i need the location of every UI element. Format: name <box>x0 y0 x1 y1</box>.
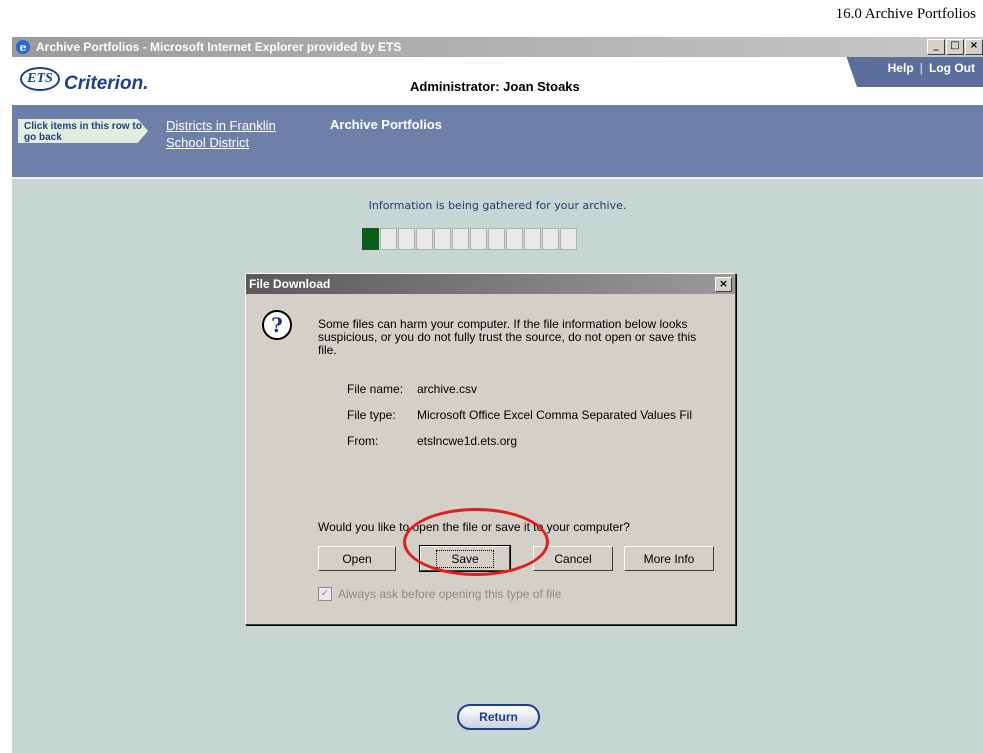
progress-cell-empty <box>434 228 451 250</box>
file-name-label: File name: <box>347 382 404 396</box>
administrator-label: Administrator: Joan Stoaks <box>410 79 580 94</box>
window-title: Archive Portfolios - Microsoft Internet … <box>36 40 402 54</box>
criterion-logo: ETS Criterion. <box>20 63 148 95</box>
always-ask-checkbox[interactable]: ✓ <box>318 587 332 601</box>
progress-cell-empty <box>380 228 397 250</box>
progress-cell-empty <box>470 228 487 250</box>
maximize-button[interactable]: □ <box>946 39 964 55</box>
save-button[interactable]: Save <box>419 545 511 572</box>
open-button[interactable]: Open <box>318 546 396 571</box>
close-window-button[interactable]: × <box>965 39 983 55</box>
file-type-row: File type: Microsoft Office Excel Comma … <box>347 408 692 422</box>
progress-bar <box>362 228 578 250</box>
download-question: Would you like to open the file or save … <box>318 520 630 534</box>
progress-cell-empty <box>416 228 433 250</box>
progress-cell-empty <box>398 228 415 250</box>
top-links: Help | Log Out <box>846 57 983 87</box>
question-icon: ? <box>262 310 292 340</box>
help-link[interactable]: Help <box>888 61 914 75</box>
dialog-title: File Download <box>249 277 331 291</box>
page-heading: 16.0 Archive Portfolios <box>835 6 976 22</box>
from-row: From: etslncwe1d.ets.org <box>347 434 517 448</box>
always-ask-checkbox-row: ✓ Always ask before opening this type of… <box>318 587 561 601</box>
from-label: From: <box>347 434 379 448</box>
file-type-label: File type: <box>347 408 396 422</box>
gathering-status-text: Information is being gathered for your a… <box>368 199 627 212</box>
more-info-button[interactable]: More Info <box>624 546 714 571</box>
window-titlebar: e Archive Portfolios - Microsoft Interne… <box>12 37 983 57</box>
progress-cell-empty <box>560 228 577 250</box>
always-ask-label: Always ask before opening this type of f… <box>338 587 562 601</box>
dialog-close-button[interactable]: × <box>715 277 732 292</box>
more-info-button-label: More Info <box>643 551 695 566</box>
link-separator: | <box>919 61 924 75</box>
logout-link[interactable]: Log Out <box>929 61 975 75</box>
progress-cell-empty <box>488 228 505 250</box>
file-name-row: File name: archive.csv <box>347 382 477 396</box>
app-header: ETS Criterion. Administrator: Joan Stoak… <box>12 57 983 105</box>
from-value: etslncwe1d.ets.org <box>417 434 518 448</box>
progress-cell-empty <box>524 228 541 250</box>
breadcrumb-current: Archive Portfolios <box>330 117 442 132</box>
save-button-label: Save <box>436 549 494 568</box>
breadcrumb: Click items in this row to go back Distr… <box>12 105 983 177</box>
file-download-dialog: File Download × ? Some files can harm yo… <box>245 273 736 625</box>
open-button-label: Open <box>342 551 372 566</box>
internet-explorer-icon: e <box>16 40 30 54</box>
warning-text: Some files can harm your computer. If th… <box>318 317 697 357</box>
minimize-button[interactable]: _ <box>927 39 945 55</box>
file-name-value: archive.csv <box>417 382 478 396</box>
breadcrumb-link-districts[interactable]: Districts in Franklin School District <box>166 117 306 151</box>
progress-cell-empty <box>542 228 559 250</box>
return-button[interactable]: Return <box>457 704 540 730</box>
progress-cell-empty <box>452 228 469 250</box>
window-controls: _ □ × <box>927 39 983 55</box>
progress-cell-empty <box>506 228 523 250</box>
file-type-value: Microsoft Office Excel Comma Separated V… <box>417 408 692 422</box>
cancel-button[interactable]: Cancel <box>533 546 613 571</box>
cancel-button-label: Cancel <box>554 551 592 566</box>
ets-logo: ETS <box>20 67 60 91</box>
criterion-wordmark: Criterion. <box>64 73 149 94</box>
breadcrumb-hint: Click items in this row to go back <box>18 119 148 143</box>
progress-cell-filled <box>362 228 379 250</box>
dialog-titlebar: File Download × <box>246 274 735 294</box>
